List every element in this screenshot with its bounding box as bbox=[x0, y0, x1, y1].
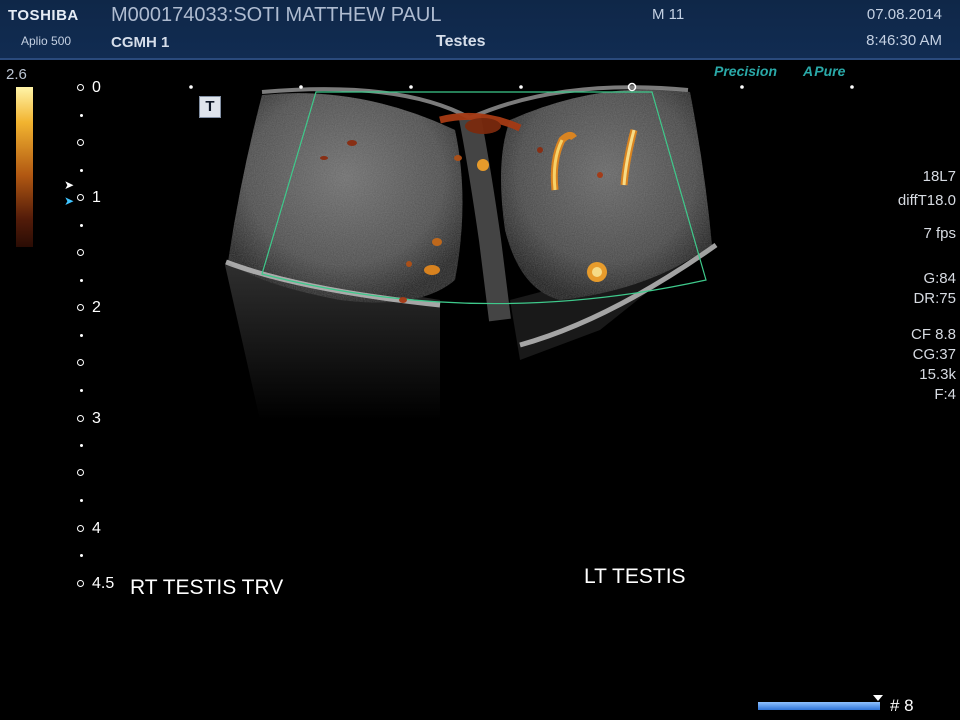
depth-label-2: 2 bbox=[92, 299, 101, 316]
focus-marker-icon: ➤ bbox=[64, 178, 75, 192]
frame-rate: 7 fps bbox=[923, 225, 956, 242]
filter-value: F:4 bbox=[934, 386, 956, 403]
focus-marker-blue-icon: ➤ bbox=[64, 194, 75, 208]
preset-name: diffT18.0 bbox=[897, 192, 956, 209]
depth-label-1: 1 bbox=[92, 189, 101, 206]
apure-a: A bbox=[803, 63, 814, 79]
depth-minor-tick bbox=[80, 334, 83, 337]
depth-minor-tick bbox=[80, 444, 83, 447]
depth-minor-tick bbox=[80, 279, 83, 282]
depth-mid-tick bbox=[77, 249, 84, 256]
depth-minor-tick bbox=[80, 389, 83, 392]
apure-label: A Pure bbox=[803, 63, 845, 79]
color-frequency-value: CF 8.8 bbox=[910, 326, 956, 343]
depth-minor-tick bbox=[80, 499, 83, 502]
depth-minor-tick bbox=[80, 554, 83, 557]
color-gain-value: CG:37 bbox=[912, 346, 956, 363]
doppler-colorbar bbox=[16, 87, 33, 247]
depth-label-3: 3 bbox=[92, 410, 101, 427]
gain-value: G:84 bbox=[923, 270, 956, 287]
probe-name: 18L7 bbox=[922, 168, 956, 185]
depth-label-4: 4 bbox=[92, 520, 101, 537]
depth-minor-tick bbox=[80, 114, 83, 117]
depth-end-tick bbox=[77, 580, 84, 587]
ultrasound-image bbox=[189, 82, 854, 420]
depth-label-0: 0 bbox=[92, 79, 101, 96]
depth-major-tick bbox=[77, 415, 84, 422]
annotation-left-testis: LT TESTIS bbox=[584, 565, 686, 588]
depth-major-tick bbox=[77, 525, 84, 532]
cine-progress-bar[interactable] bbox=[758, 702, 880, 710]
cine-frame-number: # 8 bbox=[890, 696, 914, 715]
apure-rest: Pure bbox=[814, 63, 846, 79]
depth-major-tick bbox=[77, 304, 84, 311]
depth-mid-tick bbox=[77, 469, 84, 476]
depth-major-tick bbox=[77, 84, 84, 91]
dynamic-range-value: DR:75 bbox=[913, 290, 956, 307]
colorbar-max-label: 2.6 bbox=[6, 66, 27, 83]
depth-minor-tick bbox=[80, 169, 83, 172]
image-marker-t: T bbox=[199, 96, 221, 118]
precision-label: Precision bbox=[714, 63, 778, 79]
depth-minor-tick bbox=[80, 224, 83, 227]
depth-mid-tick bbox=[77, 359, 84, 366]
annotation-right-testis: RT TESTIS TRV bbox=[130, 576, 284, 599]
prf-value: 15.3k bbox=[919, 366, 956, 383]
depth-mid-tick bbox=[77, 139, 84, 146]
depth-major-tick bbox=[77, 194, 84, 201]
cine-position-marker-icon[interactable] bbox=[873, 695, 883, 701]
depth-label-4-5: 4.5 bbox=[92, 575, 115, 592]
